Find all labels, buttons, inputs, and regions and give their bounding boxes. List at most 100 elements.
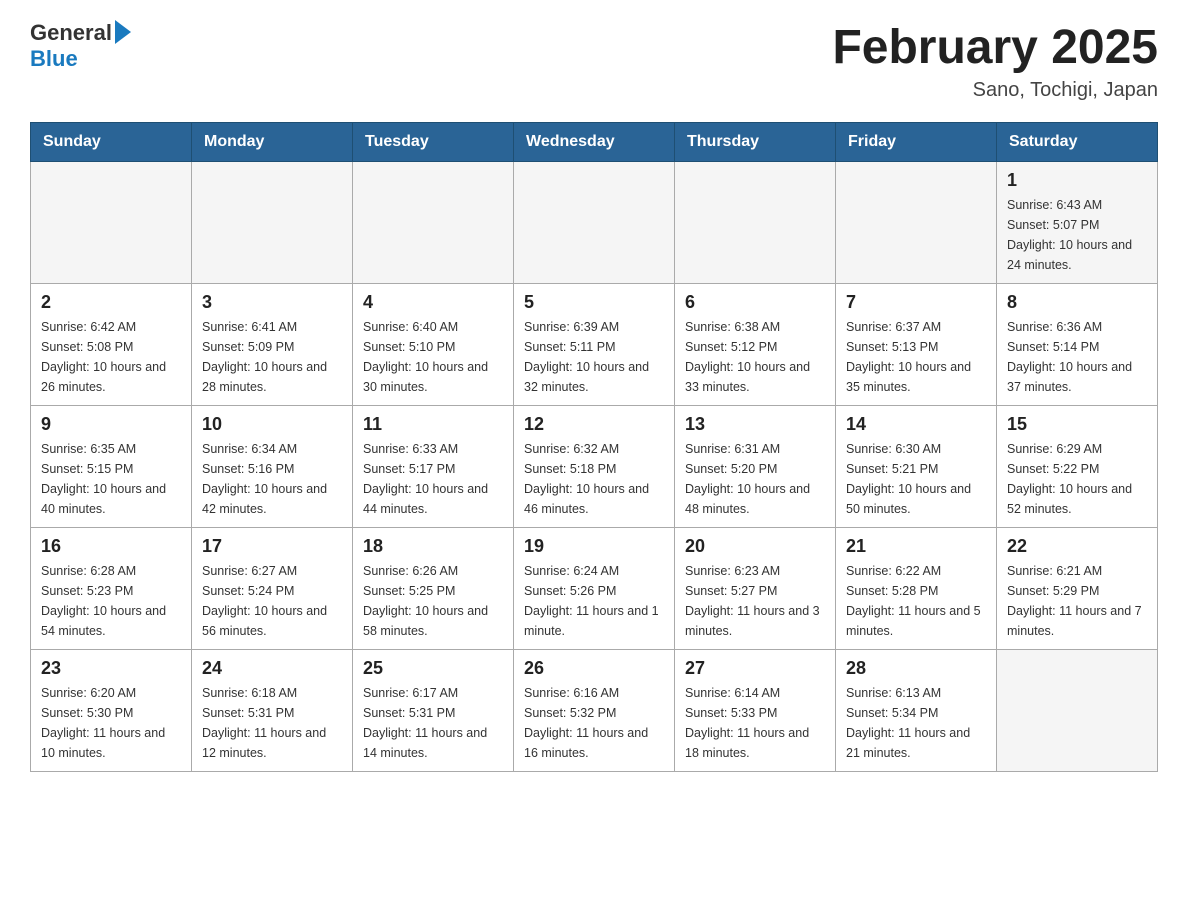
calendar-day-cell: 5 Sunrise: 6:39 AM Sunset: 5:11 PM Daylig… [514,284,675,406]
calendar-day-cell: 21 Sunrise: 6:22 AM Sunset: 5:28 PM Dayli… [836,528,997,650]
calendar-day-cell: 20 Sunrise: 6:23 AM Sunset: 5:27 PM Dayli… [675,528,836,650]
calendar-day-cell: 22 Sunrise: 6:21 AM Sunset: 5:29 PM Dayli… [997,528,1158,650]
day-number: 27 [685,658,825,679]
col-friday: Friday [836,123,997,162]
calendar-day-cell: 16 Sunrise: 6:28 AM Sunset: 5:23 PM Dayli… [31,528,192,650]
day-info: Sunrise: 6:13 AM Sunset: 5:34 PM Dayligh… [846,683,986,763]
calendar-table: Sunday Monday Tuesday Wednesday Thursday… [30,122,1158,772]
calendar-day-cell [514,162,675,284]
calendar-day-cell: 13 Sunrise: 6:31 AM Sunset: 5:20 PM Dayli… [675,406,836,528]
calendar-day-cell [675,162,836,284]
day-info: Sunrise: 6:16 AM Sunset: 5:32 PM Dayligh… [524,683,664,763]
calendar-week-row: 16 Sunrise: 6:28 AM Sunset: 5:23 PM Dayli… [31,528,1158,650]
day-info: Sunrise: 6:28 AM Sunset: 5:23 PM Dayligh… [41,561,181,641]
title-block: February 2025 Sano, Tochigi, Japan [832,20,1158,102]
day-number: 8 [1007,292,1147,313]
day-number: 6 [685,292,825,313]
calendar-day-cell: 28 Sunrise: 6:13 AM Sunset: 5:34 PM Dayli… [836,650,997,772]
calendar-day-cell: 23 Sunrise: 6:20 AM Sunset: 5:30 PM Dayli… [31,650,192,772]
day-number: 24 [202,658,342,679]
calendar-day-cell: 2Sunrise: 6:42 AM Sunset: 5:08 PM Daylig… [31,284,192,406]
day-info: Sunrise: 6:38 AM Sunset: 5:12 PM Dayligh… [685,317,825,397]
day-info: Sunrise: 6:26 AM Sunset: 5:25 PM Dayligh… [363,561,503,641]
day-number: 12 [524,414,664,435]
col-thursday: Thursday [675,123,836,162]
calendar-day-cell [997,650,1158,772]
calendar-day-cell: 24 Sunrise: 6:18 AM Sunset: 5:31 PM Dayli… [192,650,353,772]
calendar-day-cell: 14Sunrise: 6:30 AM Sunset: 5:21 PM Dayli… [836,406,997,528]
day-info: Sunrise: 6:22 AM Sunset: 5:28 PM Dayligh… [846,561,986,641]
col-tuesday: Tuesday [353,123,514,162]
calendar-week-row: 1 Sunrise: 6:43 AM Sunset: 5:07 PM Daylig… [31,162,1158,284]
calendar-day-cell: 6 Sunrise: 6:38 AM Sunset: 5:12 PM Daylig… [675,284,836,406]
day-info: Sunrise: 6:40 AM Sunset: 5:10 PM Dayligh… [363,317,503,397]
day-number: 4 [363,292,503,313]
day-number: 9 [41,414,181,435]
day-number: 3 [202,292,342,313]
calendar-day-cell: 26 Sunrise: 6:16 AM Sunset: 5:32 PM Dayli… [514,650,675,772]
day-number: 25 [363,658,503,679]
day-number: 16 [41,536,181,557]
day-info: Sunrise: 6:17 AM Sunset: 5:31 PM Dayligh… [363,683,503,763]
day-info: Sunrise: 6:23 AM Sunset: 5:27 PM Dayligh… [685,561,825,641]
calendar-day-cell: 17 Sunrise: 6:27 AM Sunset: 5:24 PM Dayli… [192,528,353,650]
day-number: 5 [524,292,664,313]
calendar-day-cell: 19Sunrise: 6:24 AM Sunset: 5:26 PM Dayli… [514,528,675,650]
calendar-day-cell: 3 Sunrise: 6:41 AM Sunset: 5:09 PM Daylig… [192,284,353,406]
day-number: 15 [1007,414,1147,435]
col-sunday: Sunday [31,123,192,162]
day-info: Sunrise: 6:31 AM Sunset: 5:20 PM Dayligh… [685,439,825,519]
page-header: General Blue February 2025 Sano, Tochigi… [30,20,1158,102]
day-number: 17 [202,536,342,557]
day-number: 26 [524,658,664,679]
calendar-subtitle: Sano, Tochigi, Japan [832,79,1158,102]
calendar-day-cell: 12 Sunrise: 6:32 AM Sunset: 5:18 PM Dayli… [514,406,675,528]
day-number: 11 [363,414,503,435]
logo: General Blue [30,20,131,72]
calendar-day-cell: 11Sunrise: 6:33 AM Sunset: 5:17 PM Dayli… [353,406,514,528]
calendar-day-cell: 10Sunrise: 6:34 AM Sunset: 5:16 PM Dayli… [192,406,353,528]
calendar-body: 1 Sunrise: 6:43 AM Sunset: 5:07 PM Daylig… [31,162,1158,772]
calendar-header: Sunday Monday Tuesday Wednesday Thursday… [31,123,1158,162]
calendar-day-cell: 4 Sunrise: 6:40 AM Sunset: 5:10 PM Daylig… [353,284,514,406]
day-info: Sunrise: 6:32 AM Sunset: 5:18 PM Dayligh… [524,439,664,519]
days-of-week-row: Sunday Monday Tuesday Wednesday Thursday… [31,123,1158,162]
calendar-day-cell: 9 Sunrise: 6:35 AM Sunset: 5:15 PM Daylig… [31,406,192,528]
day-info: Sunrise: 6:18 AM Sunset: 5:31 PM Dayligh… [202,683,342,763]
day-info: Sunrise: 6:21 AM Sunset: 5:29 PM Dayligh… [1007,561,1147,641]
day-info: Sunrise: 6:14 AM Sunset: 5:33 PM Dayligh… [685,683,825,763]
day-number: 1 [1007,170,1147,191]
day-number: 21 [846,536,986,557]
calendar-day-cell: 25 Sunrise: 6:17 AM Sunset: 5:31 PM Dayli… [353,650,514,772]
calendar-day-cell: 18 Sunrise: 6:26 AM Sunset: 5:25 PM Dayli… [353,528,514,650]
calendar-day-cell [192,162,353,284]
day-info: Sunrise: 6:20 AM Sunset: 5:30 PM Dayligh… [41,683,181,763]
day-info: Sunrise: 6:27 AM Sunset: 5:24 PM Dayligh… [202,561,342,641]
day-info: Sunrise: 6:39 AM Sunset: 5:11 PM Dayligh… [524,317,664,397]
day-number: 18 [363,536,503,557]
day-number: 20 [685,536,825,557]
day-info: Sunrise: 6:43 AM Sunset: 5:07 PM Dayligh… [1007,195,1147,275]
calendar-day-cell: 7Sunrise: 6:37 AM Sunset: 5:13 PM Daylig… [836,284,997,406]
day-info: Sunrise: 6:42 AM Sunset: 5:08 PM Dayligh… [41,317,181,397]
calendar-week-row: 2Sunrise: 6:42 AM Sunset: 5:08 PM Daylig… [31,284,1158,406]
day-info: Sunrise: 6:29 AM Sunset: 5:22 PM Dayligh… [1007,439,1147,519]
day-number: 13 [685,414,825,435]
calendar-day-cell [353,162,514,284]
day-number: 23 [41,658,181,679]
day-number: 28 [846,658,986,679]
calendar-week-row: 9 Sunrise: 6:35 AM Sunset: 5:15 PM Daylig… [31,406,1158,528]
calendar-day-cell: 15 Sunrise: 6:29 AM Sunset: 5:22 PM Dayli… [997,406,1158,528]
col-saturday: Saturday [997,123,1158,162]
calendar-day-cell: 27 Sunrise: 6:14 AM Sunset: 5:33 PM Dayli… [675,650,836,772]
col-monday: Monday [192,123,353,162]
calendar-day-cell: 1 Sunrise: 6:43 AM Sunset: 5:07 PM Daylig… [997,162,1158,284]
day-number: 22 [1007,536,1147,557]
day-info: Sunrise: 6:41 AM Sunset: 5:09 PM Dayligh… [202,317,342,397]
day-info: Sunrise: 6:35 AM Sunset: 5:15 PM Dayligh… [41,439,181,519]
day-info: Sunrise: 6:34 AM Sunset: 5:16 PM Dayligh… [202,439,342,519]
calendar-day-cell [31,162,192,284]
day-info: Sunrise: 6:36 AM Sunset: 5:14 PM Dayligh… [1007,317,1147,397]
day-number: 14 [846,414,986,435]
day-number: 19 [524,536,664,557]
